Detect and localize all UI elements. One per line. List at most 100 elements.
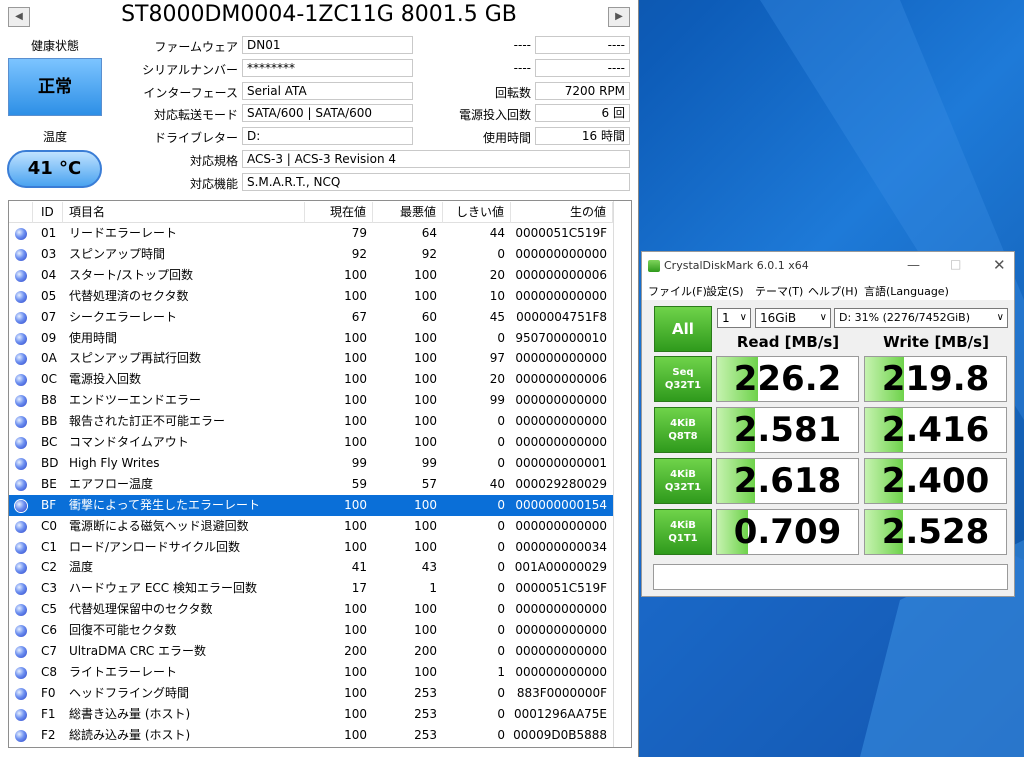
smart-row[interactable]: B8 エンドツーエンドエラー 100 100 99 000000000000 (9, 390, 613, 411)
interface-label: インターフェース (143, 86, 238, 100)
header-threshold[interactable]: しきい値 (443, 202, 511, 223)
attr-threshold: 0 (497, 602, 505, 617)
header-id[interactable]: ID (33, 202, 63, 223)
attr-id: 0A (41, 351, 57, 366)
attr-raw: 0000051C519F (515, 226, 607, 240)
status-dot-icon (15, 457, 27, 470)
attr-name: 代替処理保留中のセクタ数 (69, 602, 213, 617)
test-size-select[interactable]: 16GiB ∨ (755, 308, 831, 328)
smart-row[interactable]: C7 UltraDMA CRC エラー数 200 200 0 000000000000 (9, 641, 613, 662)
minimize-icon[interactable]: — (907, 258, 920, 273)
temperature-button[interactable]: 41 °C (7, 150, 102, 188)
blank-label-1: ---- (513, 38, 531, 52)
smart-row[interactable]: F1 総書き込み量 (ホスト) 100 253 0 0001296AA75E (9, 704, 613, 725)
attr-raw: 000000000000 (515, 435, 607, 449)
attr-current: 17 (351, 581, 367, 596)
status-dot-icon (15, 520, 27, 533)
attr-worst: 100 (414, 435, 437, 449)
attr-current: 100 (344, 288, 367, 303)
header-attribute[interactable]: 項目名 (63, 202, 305, 223)
test-button[interactable]: 4KiB Q32T1 (654, 458, 712, 504)
menu-language[interactable]: 言語(Language) (864, 283, 949, 299)
menu-help[interactable]: ヘルプ(H) (808, 283, 858, 299)
attr-raw: 00009D0B5888 (513, 727, 607, 742)
write-result: 219.8 (864, 356, 1007, 402)
read-value: 2.581 (733, 410, 842, 450)
attr-threshold: 40 (489, 476, 505, 491)
attr-current: 100 (344, 497, 367, 512)
smart-row[interactable]: C3 ハードウェア ECC 検知エラー回数 17 1 0 0000051C519F (9, 578, 613, 599)
smart-row[interactable]: C2 温度 41 43 0 001A00000029 (9, 557, 613, 578)
attr-current: 100 (344, 267, 367, 282)
attr-current: 99 (351, 455, 367, 470)
attr-worst: 253 (414, 685, 437, 700)
attr-id: C0 (41, 518, 58, 533)
test-count-select[interactable]: 1 ∨ (717, 308, 751, 328)
smart-row[interactable]: BB 報告された訂正不可能エラー 100 100 0 000000000000 (9, 411, 613, 432)
test-button[interactable]: Seq Q32T1 (654, 356, 712, 402)
header-raw[interactable]: 生の値 (511, 202, 613, 223)
maximize-icon[interactable]: □ (950, 257, 961, 271)
crystaldiskinfo-window: ◀ ▶ ST8000DM0004-1ZC11G 8001.5 GB 健康状態 正… (0, 0, 639, 757)
smart-row[interactable]: BC コマンドタイムアウト 100 100 0 000000000000 (9, 432, 613, 453)
smart-row[interactable]: C8 ライトエラーレート 100 100 1 000000000000 (9, 662, 613, 683)
smart-table[interactable]: ID 項目名 現在値 最悪値 しきい値 生の値 01 リードエラーレート 79 64 4… (8, 200, 632, 748)
drive-select[interactable]: D: 31% (2276/7452GiB) ∨ (834, 308, 1008, 328)
attr-name: スピンアップ再試行回数 (69, 351, 202, 366)
smart-row[interactable]: 0C 電源投入回数 100 100 20 000000000006 (9, 369, 613, 390)
smart-row[interactable]: 07 シークエラーレート 67 60 45 0000004751F8 (9, 307, 613, 328)
smart-row[interactable]: 03 スピンアップ時間 92 92 0 000000000000 (9, 244, 613, 265)
attr-raw: 0001296AA75E (513, 706, 607, 721)
smart-table-header: ID 項目名 現在値 最悪値 しきい値 生の値 (9, 202, 613, 223)
smart-row[interactable]: 04 スタート/ストップ回数 100 100 20 000000000006 (9, 265, 613, 286)
test-button[interactable]: 4KiB Q8T8 (654, 407, 712, 453)
attr-name: 衝撃によって発生したエラーレート (69, 497, 261, 512)
smart-row[interactable]: F2 総読み込み量 (ホスト) 100 253 0 00009D0B5888 (9, 725, 613, 746)
smart-row[interactable]: BF 衝撃によって発生したエラーレート 100 100 0 000000000154 (9, 494, 613, 516)
attr-worst: 253 (414, 706, 437, 721)
status-dot-icon (15, 437, 27, 449)
status-dot-icon (15, 541, 27, 554)
smart-row[interactable]: BE エアフロー温度 59 57 40 000029280029 (9, 474, 613, 495)
smart-row[interactable]: C6 回復不可能セクタ数 100 100 0 000000000000 (9, 620, 613, 641)
cdm-titlebar[interactable]: CrystalDiskMark 6.0.1 x64 — □ ✕ (642, 252, 1014, 280)
drive-letter-label: ドライブレター (153, 131, 238, 145)
interface-field: Serial ATA (242, 82, 413, 100)
attr-threshold: 10 (489, 288, 505, 303)
attr-raw: 000000000000 (515, 623, 607, 638)
attr-worst: 100 (414, 393, 437, 408)
test-button[interactable]: 4KiB Q1T1 (654, 509, 712, 555)
smart-row[interactable]: C5 代替処理保留中のセクタ数 100 100 0 000000000000 (9, 599, 613, 620)
smart-row[interactable]: C1 ロード/アンロードサイクル回数 100 100 0 000000000034 (9, 537, 613, 558)
attr-worst: 100 (414, 539, 437, 554)
smart-row[interactable]: F0 ヘッドフライング時間 100 253 0 883F0000000F (9, 683, 613, 704)
health-status-button[interactable]: 正常 (8, 58, 102, 116)
smart-row[interactable]: 0A スピンアップ再試行回数 100 100 97 000000000000 (9, 348, 613, 369)
menu-file[interactable]: ファイル(F) (648, 283, 707, 299)
smart-row[interactable]: 01 リードエラーレート 79 64 44 0000051C519F (9, 223, 613, 244)
attr-name: 代替処理済のセクタ数 (69, 288, 189, 303)
close-icon[interactable]: ✕ (993, 256, 1006, 274)
smart-row[interactable]: BD High Fly Writes 99 99 0 000000000001 (9, 453, 613, 474)
write-value: 2.416 (881, 410, 990, 450)
attr-current: 100 (344, 623, 367, 638)
standard-field: ACS-3 | ACS-3 Revision 4 (242, 150, 630, 168)
test-button-line1: 4KiB (670, 520, 696, 531)
attr-threshold: 45 (489, 309, 505, 324)
smart-row[interactable]: C0 電源断による磁気ヘッド退避回数 100 100 0 000000000000 (9, 516, 613, 537)
smart-row[interactable]: 09 使用時間 100 100 0 950700000010 (9, 328, 613, 349)
status-dot-icon (15, 353, 27, 366)
header-worst[interactable]: 最悪値 (373, 202, 443, 223)
attr-id: BB (41, 414, 58, 429)
attr-raw: 0000051C519F (515, 581, 607, 596)
header-current[interactable]: 現在値 (305, 202, 373, 223)
attr-raw: 000000000000 (515, 602, 607, 617)
attr-id: F2 (41, 727, 56, 742)
attr-id: C1 (41, 539, 58, 554)
smart-row[interactable]: 05 代替処理済のセクタ数 100 100 10 000000000000 (9, 286, 613, 307)
menu-settings[interactable]: 設定(S) (706, 283, 744, 299)
attr-threshold: 0 (497, 330, 505, 345)
menu-theme[interactable]: テーマ(T) (755, 283, 803, 299)
attr-current: 100 (344, 393, 367, 408)
run-all-button[interactable]: All (654, 306, 712, 352)
